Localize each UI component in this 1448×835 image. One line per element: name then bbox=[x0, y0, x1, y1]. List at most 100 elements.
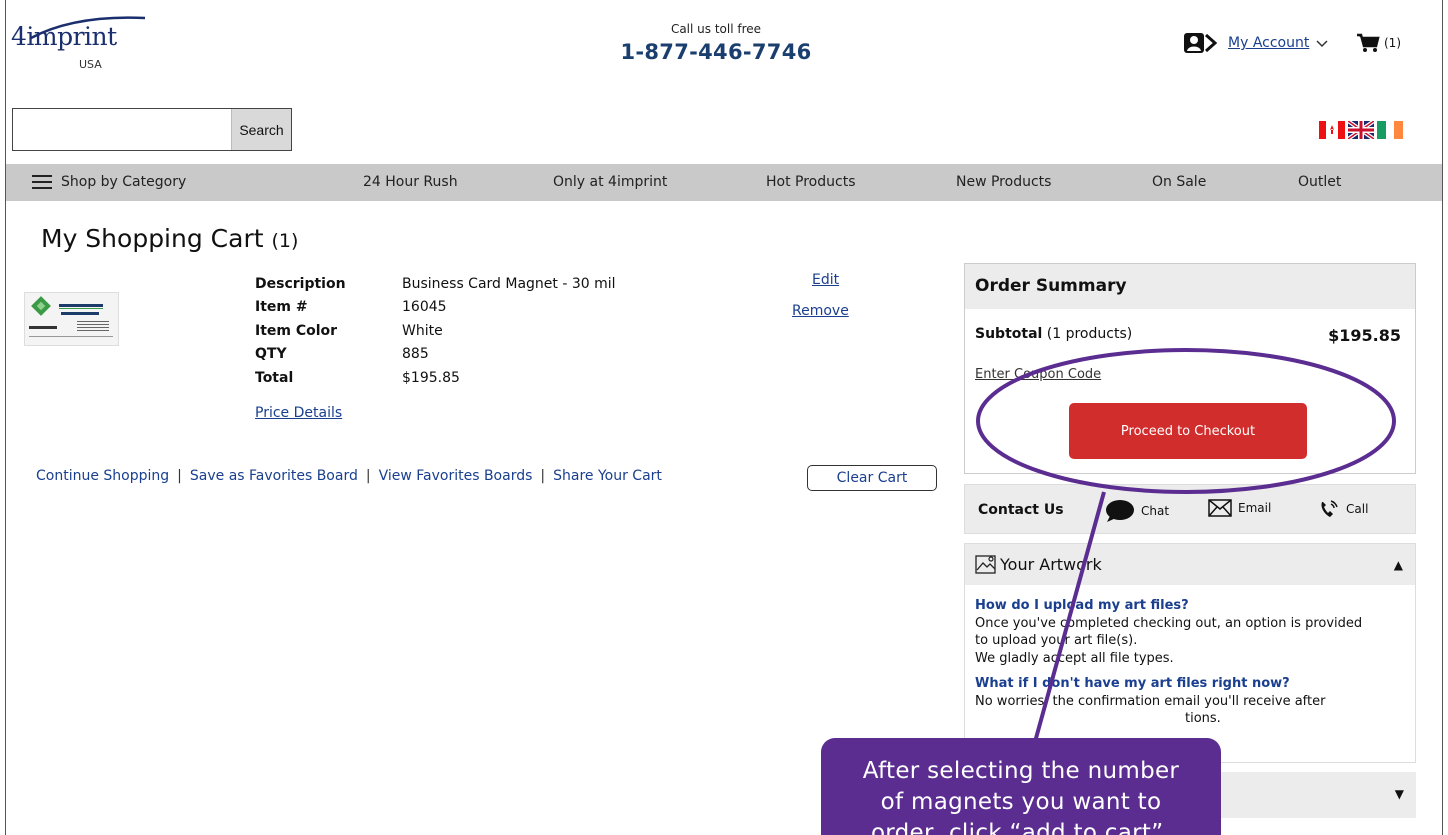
detail-value: Business Card Magnet - 30 mil bbox=[402, 275, 616, 292]
hamburger-menu-icon bbox=[32, 175, 52, 189]
nav-only-at-4imprint[interactable]: Only at 4imprint bbox=[553, 174, 667, 190]
header-cart[interactable]: (1) bbox=[1356, 32, 1401, 54]
caret-up-icon: ▲ bbox=[1393, 558, 1403, 572]
link-separator: | bbox=[540, 468, 546, 484]
view-favorites-boards-link[interactable]: View Favorites Boards bbox=[379, 468, 533, 484]
order-summary: Order Summary Subtotal (1 products) $195… bbox=[964, 263, 1416, 474]
callout-line: of magnets you want to bbox=[880, 789, 1162, 815]
detail-label: Total bbox=[255, 369, 294, 386]
call-label: Call bbox=[1346, 502, 1369, 516]
subtotal-count: (1 products) bbox=[1046, 326, 1133, 342]
subtotal-value: $195.85 bbox=[1328, 326, 1401, 345]
my-account-link[interactable]: My Account bbox=[1228, 35, 1309, 51]
detail-label: Description bbox=[255, 275, 346, 292]
faq-question[interactable]: How do I upload my art files? bbox=[975, 597, 1405, 615]
your-artwork-panel: Your Artwork ▲ How do I upload my art fi… bbox=[964, 543, 1416, 763]
your-artwork-header[interactable]: Your Artwork ▲ bbox=[965, 544, 1415, 585]
callout-line: After selecting the number bbox=[862, 758, 1180, 784]
faq-answer-line: Once you've completed checking out, an o… bbox=[975, 615, 1363, 631]
canada-flag-icon[interactable] bbox=[1319, 121, 1345, 139]
logo[interactable]: 4imprint USA bbox=[11, 12, 151, 72]
subtotal-label: Subtotal (1 products) bbox=[975, 326, 1132, 342]
chat-label: Chat bbox=[1141, 504, 1170, 518]
faq-answer-line: We gladly accept all file types. bbox=[975, 650, 1174, 666]
enter-coupon-link[interactable]: Enter Coupon Code bbox=[975, 367, 1101, 382]
search-bar: Search bbox=[12, 108, 292, 151]
logo-text: 4imprint bbox=[11, 22, 117, 51]
faq-answer-line: tions. bbox=[1185, 711, 1221, 726]
search-button[interactable]: Search bbox=[231, 109, 291, 150]
detail-row-description: Description Business Card Magnet - 30 mi… bbox=[255, 272, 616, 296]
nav-item-label: Shop by Category bbox=[61, 174, 187, 190]
phone-number[interactable]: 1-877-446-7746 bbox=[566, 40, 866, 64]
item-details: Description Business Card Magnet - 30 mi… bbox=[255, 272, 616, 390]
logo-country: USA bbox=[79, 58, 102, 71]
detail-row-item-number: Item # 16045 bbox=[255, 296, 616, 320]
page-title-count: (1) bbox=[271, 230, 299, 252]
detail-row-qty: QTY 885 bbox=[255, 343, 616, 367]
chat-button[interactable]: Chat bbox=[1105, 499, 1169, 523]
continue-shopping-link[interactable]: Continue Shopping bbox=[36, 468, 169, 484]
phone-icon bbox=[1321, 500, 1338, 517]
uk-flag-icon[interactable] bbox=[1348, 121, 1374, 139]
cart-icon bbox=[1357, 33, 1380, 52]
country-flags bbox=[1319, 121, 1403, 139]
detail-row-item-color: Item Color White bbox=[255, 319, 616, 343]
detail-value: 16045 bbox=[402, 299, 447, 316]
nav-hot-products[interactable]: Hot Products bbox=[766, 174, 855, 190]
annotation-callout: After selecting the number of magnets yo… bbox=[821, 738, 1221, 835]
detail-value: White bbox=[402, 322, 443, 339]
detail-label: Item Color bbox=[255, 322, 338, 339]
nav-24-hour-rush[interactable]: 24 Hour Rush bbox=[363, 174, 458, 190]
cart-action-links: Continue Shopping | Save as Favorites Bo… bbox=[36, 468, 662, 484]
faq-answer-line: to upload your art file(s). bbox=[975, 633, 1138, 648]
detail-row-total: Total $195.85 bbox=[255, 366, 616, 390]
faq-answer-line: No worries, the confirmation email you'l… bbox=[975, 693, 1326, 709]
nav-new-products[interactable]: New Products bbox=[956, 174, 1051, 190]
image-icon bbox=[975, 555, 996, 574]
page-title: My Shopping Cart (1) bbox=[41, 224, 298, 253]
ireland-flag-icon[interactable] bbox=[1377, 121, 1403, 139]
chat-bubble-icon bbox=[1106, 500, 1134, 522]
nav-shop-by-category[interactable]: Shop by Category bbox=[32, 174, 186, 190]
contact-us-title: Contact Us bbox=[978, 502, 1064, 518]
remove-link[interactable]: Remove bbox=[792, 303, 849, 319]
account-icon bbox=[1184, 33, 1218, 53]
product-thumbnail[interactable] bbox=[24, 292, 119, 346]
my-account-menu[interactable]: My Account bbox=[1184, 32, 1329, 54]
detail-label: Item # bbox=[255, 299, 308, 316]
detail-label: QTY bbox=[255, 346, 287, 363]
subtotal-label-text: Subtotal bbox=[975, 326, 1043, 342]
clear-cart-button[interactable]: Clear Cart bbox=[807, 465, 937, 491]
detail-value: 885 bbox=[402, 346, 429, 363]
caret-down-icon: ▼ bbox=[1394, 787, 1404, 801]
page-title-text: My Shopping Cart bbox=[41, 224, 264, 253]
link-separator: | bbox=[365, 468, 371, 484]
contact-us-bar: Contact Us Chat Email Call bbox=[964, 484, 1416, 534]
price-details-link[interactable]: Price Details bbox=[255, 405, 342, 421]
nav-outlet[interactable]: Outlet bbox=[1298, 174, 1341, 190]
email-label: Email bbox=[1238, 501, 1272, 515]
phone-block: Call us toll free 1-877-446-7746 bbox=[566, 22, 866, 64]
proceed-to-checkout-button[interactable]: Proceed to Checkout bbox=[1069, 403, 1307, 459]
detail-value: $195.85 bbox=[402, 369, 460, 386]
share-cart-link[interactable]: Share Your Cart bbox=[553, 468, 662, 484]
edit-link[interactable]: Edit bbox=[812, 272, 839, 288]
business-card-magnet-image bbox=[25, 293, 118, 345]
search-input[interactable] bbox=[13, 109, 231, 150]
your-artwork-body: How do I upload my art files? Once you'v… bbox=[965, 585, 1415, 740]
phone-caption: Call us toll free bbox=[670, 22, 762, 36]
link-separator: | bbox=[177, 468, 182, 484]
page-frame: 4imprint USA Call us toll free 1-877-446… bbox=[5, 0, 1443, 835]
envelope-icon bbox=[1208, 499, 1232, 517]
chevron-down-icon bbox=[1316, 40, 1328, 48]
email-button[interactable]: Email bbox=[1208, 499, 1271, 517]
save-favorites-board-link[interactable]: Save as Favorites Board bbox=[190, 468, 358, 484]
nav-on-sale[interactable]: On Sale bbox=[1152, 174, 1206, 190]
callout-line: order, click “add to cart”. bbox=[870, 820, 1172, 835]
faq-question[interactable]: What if I don't have my art files right … bbox=[975, 675, 1405, 693]
cart-count: (1) bbox=[1384, 36, 1401, 50]
call-button[interactable]: Call bbox=[1318, 499, 1368, 519]
order-summary-title: Order Summary bbox=[965, 264, 1415, 309]
main-nav: Shop by Category 24 Hour Rush Only at 4i… bbox=[6, 164, 1442, 201]
